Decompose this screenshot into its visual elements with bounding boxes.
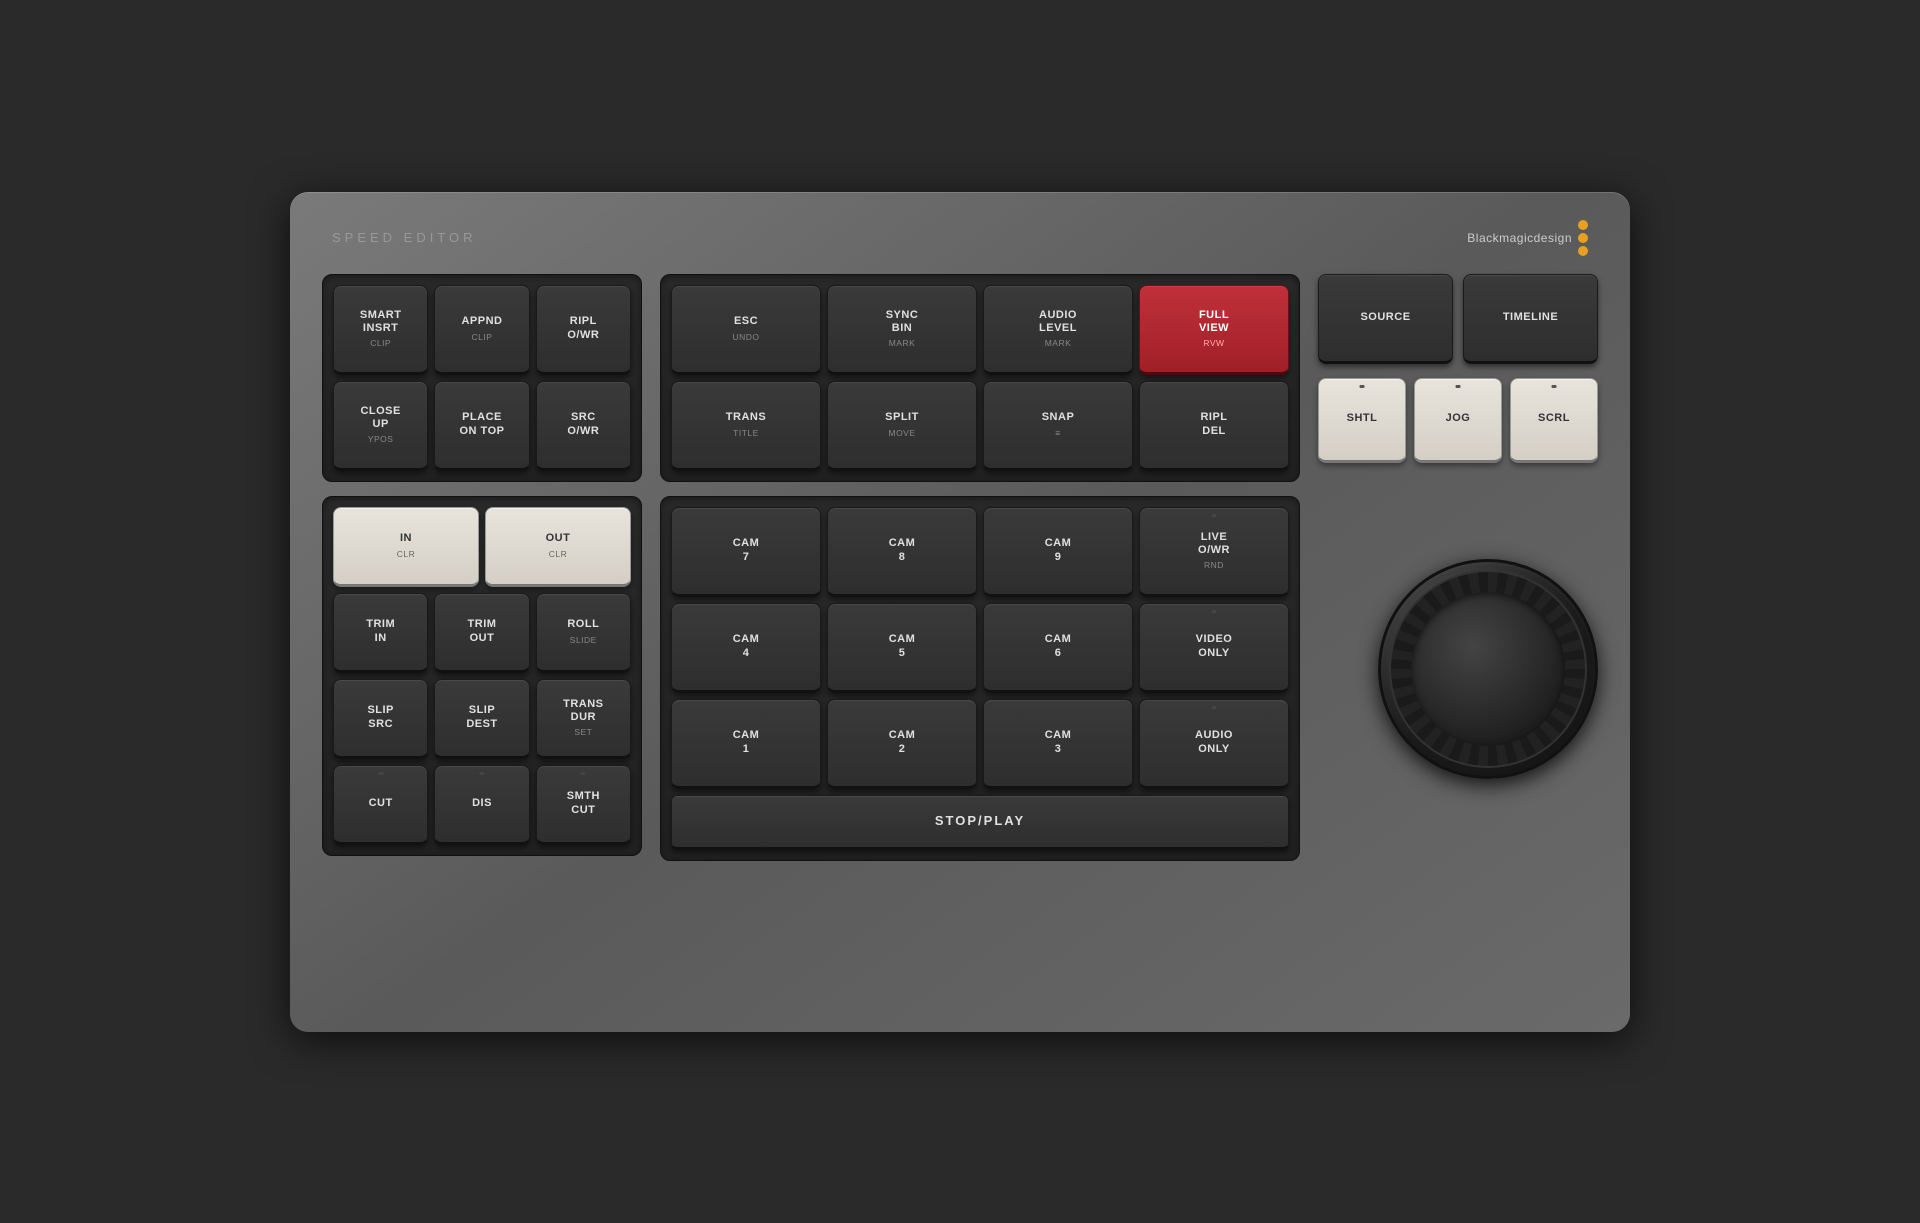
key-cam5[interactable]: CAM5 — [827, 603, 977, 693]
scrl-led — [1552, 385, 1557, 388]
key-trim-out[interactable]: TRIMOUT — [434, 593, 529, 673]
key-cam3[interactable]: CAM3 — [983, 699, 1133, 789]
cut-led — [378, 772, 383, 775]
key-appnd[interactable]: APPND CLIP — [434, 285, 529, 375]
brand-dots — [1578, 220, 1588, 256]
key-cam4[interactable]: CAM4 — [671, 603, 821, 693]
key-out[interactable]: OUT CLR — [485, 507, 631, 587]
key-dis[interactable]: DIS — [434, 765, 529, 845]
key-src-owr[interactable]: SRCO/WR — [536, 381, 631, 471]
in-out-row: IN CLR OUT CLR — [333, 507, 631, 587]
main-layout: SMARTINSRT CLIP APPND CLIP RIPLO/WR CLOS… — [322, 274, 1598, 861]
key-close-up[interactable]: CLOSEUP YPOS — [333, 381, 428, 471]
key-source[interactable]: SOURCE — [1318, 274, 1453, 364]
brand-dot-3 — [1578, 246, 1588, 256]
key-cut[interactable]: CUT — [333, 765, 428, 845]
key-esc[interactable]: ESC UNDO — [671, 285, 821, 375]
top-left-grid: SMARTINSRT CLIP APPND CLIP RIPLO/WR CLOS… — [322, 274, 642, 482]
key-live-owr[interactable]: LIVEO/WR RND — [1139, 507, 1289, 597]
center-panel: ESC UNDO SYNCBIN MARK AUDIOLEVEL MARK FU… — [660, 274, 1300, 861]
key-timeline[interactable]: TIMELINE — [1463, 274, 1598, 364]
key-trim-in[interactable]: TRIMIN — [333, 593, 428, 673]
shtl-led — [1360, 385, 1365, 388]
bottom-center-grid: CAM7 CAM8 CAM9 LIVEO/WR RND CAM4 — [660, 496, 1300, 861]
key-smth-cut[interactable]: SMTHCUT — [536, 765, 631, 845]
top-center-grid: ESC UNDO SYNCBIN MARK AUDIOLEVEL MARK FU… — [660, 274, 1300, 482]
key-slip-src[interactable]: SLIPSRC — [333, 679, 428, 759]
key-shtl[interactable]: SHTL — [1318, 378, 1406, 463]
key-cam7[interactable]: CAM7 — [671, 507, 821, 597]
key-place-on-top[interactable]: PLACEON TOP — [434, 381, 529, 471]
key-cam6[interactable]: CAM6 — [983, 603, 1133, 693]
key-scrl[interactable]: SCRL — [1510, 378, 1598, 463]
left-panel: SMARTINSRT CLIP APPND CLIP RIPLO/WR CLOS… — [322, 274, 642, 861]
device-header: SPEED EDITOR Blackmagicdesign — [322, 220, 1598, 256]
bottom-left-grid: IN CLR OUT CLR TRIMIN TRIMOUT — [322, 496, 642, 856]
key-slip-dest[interactable]: SLIPDEST — [434, 679, 529, 759]
key-stop-play[interactable]: STOP/PLAY — [671, 795, 1289, 850]
key-snap[interactable]: SNAP ≡ — [983, 381, 1133, 471]
key-ripl-del[interactable]: RIPLDEL — [1139, 381, 1289, 471]
live-owr-led — [1212, 514, 1217, 517]
key-trans-dur[interactable]: TRANSDUR SET — [536, 679, 631, 759]
key-smart-insrt[interactable]: SMARTINSRT CLIP — [333, 285, 428, 375]
jog-led — [1456, 385, 1461, 388]
key-cam9[interactable]: CAM9 — [983, 507, 1133, 597]
brand-dot-1 — [1578, 220, 1588, 230]
key-trans[interactable]: TRANS TITLE — [671, 381, 821, 471]
insert-key-grid: SMARTINSRT CLIP APPND CLIP RIPLO/WR CLOS… — [333, 285, 631, 471]
shuttle-row: SHTL JOG SCRL — [1318, 378, 1598, 463]
key-cam8[interactable]: CAM8 — [827, 507, 977, 597]
right-panel: SOURCE TIMELINE SHTL JOG SCRL — [1318, 274, 1598, 861]
speed-editor-device: SPEED EDITOR Blackmagicdesign SMARTINSRT… — [290, 192, 1630, 1032]
key-full-view[interactable]: FULLVIEW RVW — [1139, 285, 1289, 375]
key-video-only[interactable]: VIDEOONLY — [1139, 603, 1289, 693]
key-split[interactable]: SPLIT MOVE — [827, 381, 977, 471]
cam-key-grid: CAM7 CAM8 CAM9 LIVEO/WR RND CAM4 — [671, 507, 1289, 789]
device-title: SPEED EDITOR — [332, 230, 477, 245]
key-audio-level[interactable]: AUDIOLEVEL MARK — [983, 285, 1133, 375]
jog-wheel[interactable] — [1378, 559, 1598, 779]
trim-key-grid: TRIMIN TRIMOUT ROLL SLIDE SLIPSRC SLIPDE… — [333, 593, 631, 845]
function-key-grid: ESC UNDO SYNCBIN MARK AUDIOLEVEL MARK FU… — [671, 285, 1289, 471]
key-cam2[interactable]: CAM2 — [827, 699, 977, 789]
key-in[interactable]: IN CLR — [333, 507, 479, 587]
key-jog[interactable]: JOG — [1414, 378, 1502, 463]
brand-logo: Blackmagicdesign — [1467, 220, 1588, 256]
smth-cut-led — [581, 772, 586, 775]
dis-led — [479, 772, 484, 775]
key-cam1[interactable]: CAM1 — [671, 699, 821, 789]
brand-name: Blackmagicdesign — [1467, 231, 1572, 245]
brand-dot-2 — [1578, 233, 1588, 243]
source-timeline-row: SOURCE TIMELINE — [1318, 274, 1598, 364]
audio-only-led — [1212, 706, 1217, 709]
key-sync-bin[interactable]: SYNCBIN MARK — [827, 285, 977, 375]
jog-wheel-container — [1378, 477, 1598, 861]
key-ripl-owr[interactable]: RIPLO/WR — [536, 285, 631, 375]
video-only-led — [1212, 610, 1217, 613]
key-roll[interactable]: ROLL SLIDE — [536, 593, 631, 673]
key-audio-only[interactable]: AUDIOONLY — [1139, 699, 1289, 789]
